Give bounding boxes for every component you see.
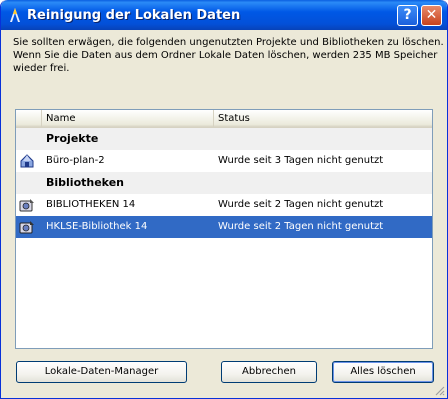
item-status: Wurde seit 2 Tagen nicht genutzt: [218, 221, 384, 232]
dialog-window: Reinigung der Lokalen Daten ? ✕ Sie soll…: [0, 0, 448, 399]
item-name: Büro-plan-2: [46, 155, 105, 166]
data-list[interactable]: Name Status Projekte Büro-plan-2 Wurde s…: [15, 109, 433, 349]
item-status: Wurde seit 2 Tagen nicht genutzt: [218, 199, 384, 210]
info-message: Sie sollten erwägen, die folgenden ungen…: [13, 36, 444, 75]
help-button[interactable]: ?: [397, 5, 418, 26]
list-item[interactable]: BIBLIOTHEKEN 14 Wurde seit 2 Tagen nicht…: [16, 194, 432, 216]
project-icon: [20, 154, 34, 168]
resize-grip-icon[interactable]: [433, 384, 445, 396]
close-button[interactable]: ✕: [421, 5, 442, 26]
column-header-name[interactable]: Name: [42, 110, 214, 127]
group-label: Projekte: [46, 132, 99, 145]
library-icon: [19, 199, 34, 212]
list-item-selected[interactable]: HKLSE-Bibliothek 14 Wurde seit 2 Tagen n…: [16, 216, 432, 238]
group-header-projekte: Projekte: [16, 128, 432, 150]
list-header: Name Status: [16, 110, 432, 128]
title-bar[interactable]: Reinigung der Lokalen Daten ? ✕: [1, 0, 447, 30]
column-header-icon[interactable]: [16, 110, 42, 127]
cancel-button[interactable]: Abbrechen: [221, 361, 317, 383]
list-item[interactable]: Büro-plan-2 Wurde seit 3 Tagen nicht gen…: [16, 150, 432, 172]
message-line: Wenn Sie die Daten aus dem Ordner Lokale…: [13, 50, 438, 61]
group-header-bibliotheken: Bibliotheken: [16, 172, 432, 194]
message-line: Sie sollten erwägen, die folgenden ungen…: [13, 37, 444, 48]
item-status: Wurde seit 3 Tagen nicht genutzt: [218, 155, 384, 166]
column-header-status[interactable]: Status: [214, 110, 432, 127]
item-name: BIBLIOTHEKEN 14: [46, 199, 136, 210]
delete-all-button[interactable]: Alles löschen: [332, 361, 434, 383]
group-label: Bibliotheken: [46, 176, 124, 189]
window-title: Reinigung der Lokalen Daten: [27, 8, 241, 23]
library-icon: [19, 221, 34, 234]
item-name: HKLSE-Bibliothek 14: [46, 221, 148, 232]
message-line: wieder frei.: [13, 63, 70, 74]
local-data-manager-button[interactable]: Lokale-Daten-Manager: [16, 361, 187, 383]
archicad-logo-icon: [10, 8, 20, 22]
